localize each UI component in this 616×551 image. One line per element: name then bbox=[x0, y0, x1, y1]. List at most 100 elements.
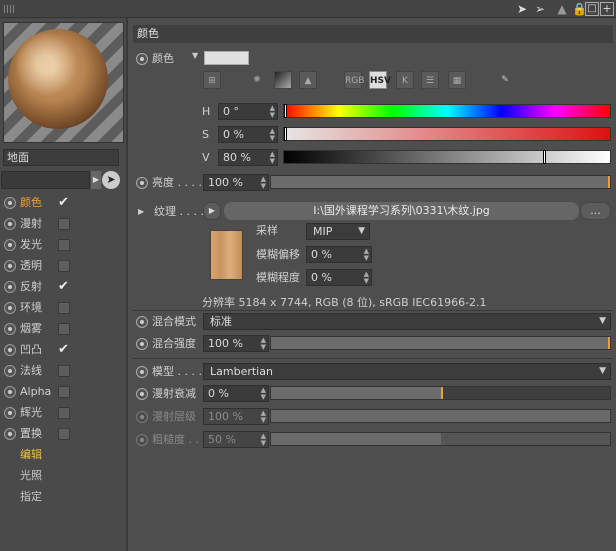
channel-animate-radio[interactable] bbox=[4, 323, 16, 335]
mix-strength-slider[interactable] bbox=[270, 336, 611, 350]
channel-animate-radio[interactable] bbox=[4, 239, 16, 251]
lock-icon[interactable]: 🔒 bbox=[572, 2, 587, 16]
channel-animate-radio[interactable] bbox=[4, 344, 16, 356]
rgb-mode-button[interactable]: RGB bbox=[344, 71, 364, 89]
channel-animate-radio[interactable] bbox=[4, 365, 16, 377]
v-spinner[interactable]: ▲ ▼ bbox=[270, 150, 275, 165]
sampling-select[interactable]: MIP ▼ bbox=[306, 223, 370, 240]
texture-browse-button[interactable]: ... bbox=[580, 202, 611, 220]
blur-level-spinner[interactable]: ▲ ▼ bbox=[364, 270, 369, 285]
expand-triangle-icon[interactable]: ▼ bbox=[192, 51, 198, 60]
channel-item[interactable]: 辉光 bbox=[2, 403, 126, 423]
channel-animate-radio[interactable] bbox=[4, 428, 16, 440]
channel-animate-radio[interactable] bbox=[4, 302, 16, 314]
h-field[interactable]: 0 ° ▲ ▼ bbox=[218, 103, 278, 120]
brightness-animate-radio[interactable] bbox=[136, 177, 148, 189]
channel-item[interactable]: 发光 bbox=[2, 235, 126, 255]
back-arrow-icon[interactable]: ➤ bbox=[515, 2, 529, 16]
color-swatch[interactable] bbox=[204, 51, 249, 65]
hue-marker[interactable] bbox=[284, 104, 287, 118]
checkmark-icon[interactable]: ✔ bbox=[58, 196, 70, 209]
texture-expand-icon[interactable]: ▶ bbox=[138, 207, 144, 216]
blur-offset-spinner[interactable]: ▲ ▼ bbox=[364, 247, 369, 262]
texture-path-button[interactable]: I:\国外课程学习系列\0331\木纹.jpg bbox=[224, 202, 579, 220]
channel-item[interactable]: 法线 bbox=[2, 361, 126, 381]
model-select[interactable]: Lambertian ▼ bbox=[203, 363, 611, 380]
brightness-slider[interactable] bbox=[270, 175, 611, 189]
hue-slider[interactable] bbox=[283, 104, 611, 118]
add-icon[interactable]: + bbox=[600, 2, 614, 16]
channel-item[interactable]: 反射 ✔ bbox=[2, 277, 126, 297]
material-name-field[interactable]: 地面 bbox=[3, 149, 119, 166]
image-picker-icon[interactable]: ▲ bbox=[299, 71, 317, 89]
saturation-marker[interactable] bbox=[284, 127, 287, 141]
material-preview[interactable] bbox=[3, 22, 124, 143]
channel-item[interactable]: 凹凸 ✔ bbox=[2, 340, 126, 360]
diffuse-falloff-field[interactable]: 0 % ▲ ▼ bbox=[203, 385, 269, 402]
swatches-icon[interactable]: ▦ bbox=[448, 71, 466, 89]
channel-animate-radio[interactable] bbox=[4, 281, 16, 293]
diffuse-falloff-animate-radio[interactable] bbox=[136, 388, 148, 400]
channel-item[interactable]: 置换 bbox=[2, 424, 126, 444]
diffuse-falloff-spinner[interactable]: ▲ ▼ bbox=[261, 386, 266, 401]
kelvin-mode-button[interactable]: K bbox=[396, 71, 414, 89]
color-spectrum-icon[interactable] bbox=[274, 71, 292, 89]
channel-animate-radio[interactable] bbox=[4, 407, 16, 419]
forward-arrow-icon[interactable]: ➢ bbox=[533, 2, 547, 16]
channel-item[interactable]: 环境 bbox=[2, 298, 126, 318]
diffuse-falloff-slider[interactable] bbox=[270, 386, 611, 400]
hsv-mode-button[interactable]: HSV bbox=[369, 71, 391, 89]
checkmark-icon[interactable]: ✔ bbox=[58, 280, 70, 293]
sub-menu-item[interactable]: 编辑 bbox=[20, 446, 42, 462]
value-slider[interactable] bbox=[283, 150, 611, 164]
mix-strength-spinner[interactable]: ▲ ▼ bbox=[261, 336, 266, 351]
up-arrow-icon[interactable]: ▲ bbox=[555, 2, 569, 16]
blur-level-field[interactable]: 0 % ▲ ▼ bbox=[306, 269, 372, 286]
blur-offset-field[interactable]: 0 % ▲ ▼ bbox=[306, 246, 372, 263]
channel-item[interactable]: Alpha bbox=[2, 382, 126, 402]
mix-strength-field[interactable]: 100 % ▲ ▼ bbox=[203, 335, 269, 352]
channel-checkbox[interactable] bbox=[58, 239, 70, 251]
color-wheel-icon[interactable]: ✺ bbox=[248, 71, 266, 89]
h-spinner[interactable]: ▲ ▼ bbox=[270, 104, 275, 119]
s-spinner[interactable]: ▲ ▼ bbox=[270, 127, 275, 142]
sub-menu-item[interactable]: 光照 bbox=[20, 467, 42, 483]
channel-checkbox[interactable] bbox=[58, 218, 70, 230]
saturation-slider[interactable] bbox=[283, 127, 611, 141]
texture-menu-button[interactable]: ▶ bbox=[203, 202, 221, 220]
channel-animate-radio[interactable] bbox=[4, 386, 16, 398]
channel-item[interactable]: 烟雾 bbox=[2, 319, 126, 339]
texture-thumbnail[interactable] bbox=[210, 230, 243, 280]
sub-menu-item[interactable]: 指定 bbox=[20, 488, 42, 504]
mix-strength-animate-radio[interactable] bbox=[136, 338, 148, 350]
channel-animate-radio[interactable] bbox=[4, 218, 16, 230]
channel-checkbox[interactable] bbox=[58, 386, 70, 398]
panel-grip[interactable] bbox=[4, 5, 16, 13]
channel-checkbox[interactable] bbox=[58, 323, 70, 335]
channel-animate-radio[interactable] bbox=[4, 260, 16, 272]
pick-cursor-icon[interactable]: ➤ bbox=[102, 171, 120, 189]
channel-animate-radio[interactable] bbox=[4, 197, 16, 209]
dropdown-arrow-icon[interactable]: ▶ bbox=[91, 171, 101, 189]
new-window-icon[interactable]: □ bbox=[585, 2, 599, 16]
mix-mode-animate-radio[interactable] bbox=[136, 316, 148, 328]
color-animate-radio[interactable] bbox=[136, 53, 148, 65]
mixer-icon[interactable]: ☰ bbox=[421, 71, 439, 89]
channel-item[interactable]: 透明 bbox=[2, 256, 126, 276]
color-picker-spectrum-icon[interactable]: ⊞ bbox=[203, 71, 221, 89]
mix-mode-select[interactable]: 标准 ▼ bbox=[203, 313, 611, 330]
v-field[interactable]: 80 % ▲ ▼ bbox=[218, 149, 278, 166]
channel-checkbox[interactable] bbox=[58, 365, 70, 377]
brightness-field[interactable]: 100 % ▲ ▼ bbox=[203, 174, 269, 191]
value-marker[interactable] bbox=[542, 150, 546, 164]
channel-checkbox[interactable] bbox=[58, 407, 70, 419]
layer-dropdown-field[interactable] bbox=[1, 171, 90, 189]
channel-checkbox[interactable] bbox=[58, 260, 70, 272]
channel-item[interactable]: 颜色 ✔ bbox=[2, 193, 126, 213]
checkmark-icon[interactable]: ✔ bbox=[58, 343, 70, 356]
channel-item[interactable]: 漫射 bbox=[2, 214, 126, 234]
channel-checkbox[interactable] bbox=[58, 302, 70, 314]
eyedropper-icon[interactable]: ✎ bbox=[496, 71, 514, 89]
model-animate-radio[interactable] bbox=[136, 366, 148, 378]
channel-checkbox[interactable] bbox=[58, 428, 70, 440]
